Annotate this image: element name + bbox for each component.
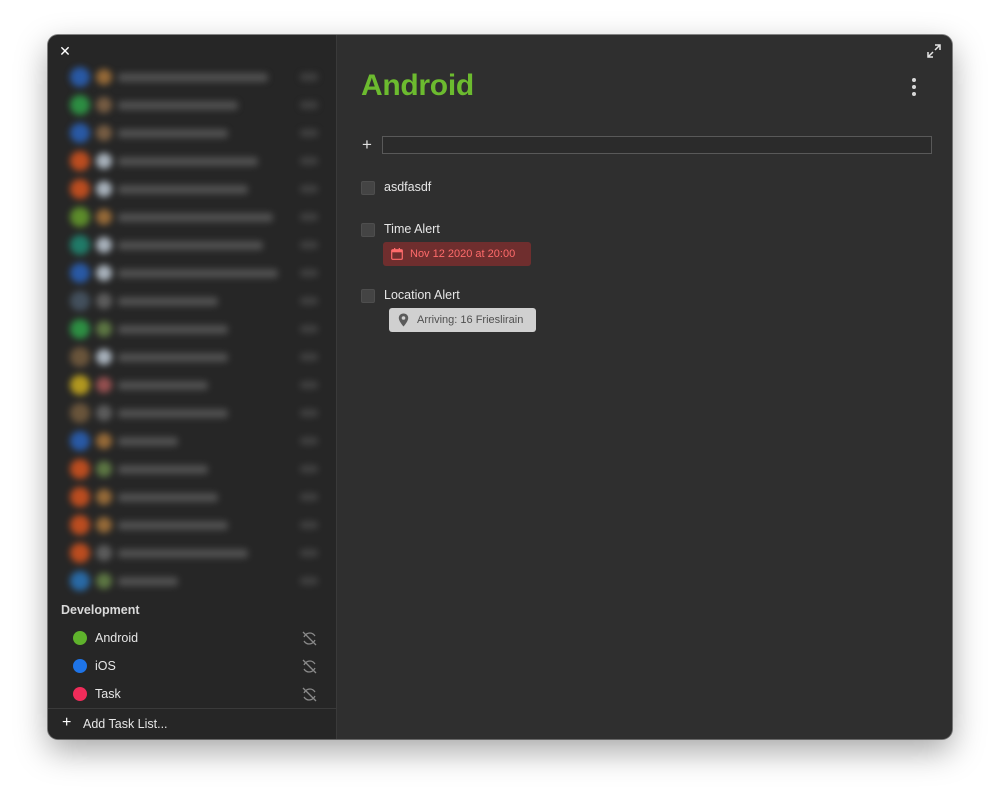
task-checkbox[interactable] xyxy=(361,289,375,303)
plus-icon: + xyxy=(62,714,72,731)
new-task-input[interactable] xyxy=(382,136,932,154)
alert-time-text: Nov 12 2020 at 20:00 xyxy=(410,248,516,260)
more-vertical-icon[interactable] xyxy=(907,78,921,98)
list-color-dot xyxy=(73,687,87,701)
task-list-panel: Android + asdfasdf Time Alert Nov 12 202… xyxy=(337,35,952,739)
task-checkbox[interactable] xyxy=(361,181,375,195)
task-title[interactable]: Time Alert xyxy=(384,222,440,236)
expand-icon[interactable] xyxy=(927,44,941,58)
page-title: Android xyxy=(361,69,474,102)
task-checkbox[interactable] xyxy=(361,223,375,237)
sidebar: ✕ Development Android iOS Task + Add Tas… xyxy=(48,35,337,739)
add-task-list-label: Add Task List... xyxy=(83,717,168,731)
list-color-dot xyxy=(73,659,87,673)
sync-off-icon[interactable] xyxy=(301,686,318,703)
add-task-list-button[interactable]: + Add Task List... xyxy=(48,708,336,739)
sidebar-item-task[interactable]: Task xyxy=(48,680,336,708)
list-color-dot xyxy=(73,631,87,645)
time-alert-badge[interactable]: Nov 12 2020 at 20:00 xyxy=(383,242,531,266)
sidebar-item-label: Android xyxy=(95,631,139,645)
map-pin-icon xyxy=(398,313,409,327)
sidebar-item-label: iOS xyxy=(95,659,116,673)
task-title[interactable]: asdfasdf xyxy=(384,180,431,194)
blurred-task-lists xyxy=(48,63,336,599)
task-title[interactable]: Location Alert xyxy=(384,288,460,302)
sync-off-icon[interactable] xyxy=(301,658,318,675)
calendar-icon xyxy=(391,248,403,260)
sidebar-item-ios[interactable]: iOS xyxy=(48,652,336,680)
location-alert-badge[interactable]: Arriving: 16 Frieslirain xyxy=(389,308,536,332)
sidebar-item-label: Task xyxy=(95,687,121,701)
sync-off-icon[interactable] xyxy=(301,630,318,647)
section-header-development: Development xyxy=(61,603,140,617)
plus-icon[interactable]: + xyxy=(362,136,372,153)
sidebar-item-android[interactable]: Android xyxy=(48,624,336,652)
close-icon[interactable]: ✕ xyxy=(58,44,72,58)
app-window: ✕ Development Android iOS Task + Add Tas… xyxy=(48,35,952,739)
location-text: Arriving: 16 Frieslirain xyxy=(417,314,524,326)
